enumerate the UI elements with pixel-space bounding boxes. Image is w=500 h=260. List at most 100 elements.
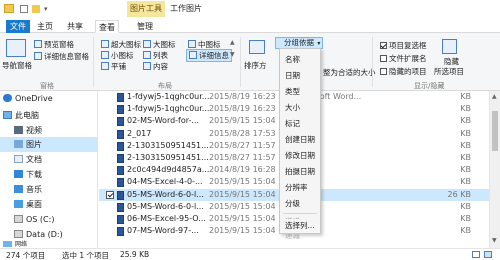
- new-folder-icon[interactable]: [32, 5, 40, 13]
- group-by-date-taken[interactable]: 拍摄日期: [280, 163, 320, 180]
- size-columns-to-fit-button[interactable]: 整为合适的大小: [323, 67, 376, 78]
- ribbon-view: 导航窗格 预览窗格 详细信息窗格 窗格 超大图标 大图标 中图标 小图标 列表 …: [0, 33, 500, 91]
- details-view-toggle-icon[interactable]: [472, 251, 480, 258]
- quick-access-dropdown-icon[interactable]: ▾: [44, 5, 48, 13]
- nav-item-videos[interactable]: 视频: [0, 123, 98, 138]
- scrollbar-thumb[interactable]: [492, 111, 498, 151]
- group-by-dimensions[interactable]: 分辨率: [280, 179, 320, 196]
- ribbon-separator: [240, 37, 241, 87]
- group-by-tags[interactable]: 标记: [280, 115, 320, 132]
- small-icons-icon: [101, 51, 109, 59]
- status-bar: 274 个项目 选中 1 个项目 25.9 KB: [0, 248, 500, 260]
- tab-home[interactable]: 主页: [37, 20, 53, 33]
- downloads-folder-icon: [14, 170, 23, 178]
- word-file-icon: [117, 227, 124, 237]
- picture-tools-context-tab: 图片工具: [127, 1, 165, 17]
- navigation-pane-icon[interactable]: [6, 39, 26, 57]
- network-icon: [3, 241, 12, 247]
- word-file-icon: [117, 190, 124, 200]
- nav-item-music[interactable]: 音乐: [0, 182, 98, 197]
- tab-share[interactable]: 共享: [67, 20, 83, 33]
- group-by-name[interactable]: 名称: [280, 51, 320, 68]
- scroll-up-icon[interactable]: ▲: [492, 93, 497, 100]
- file-extensions-option[interactable]: 文件扩展名: [380, 53, 427, 64]
- tiles-icon: [101, 62, 109, 70]
- cloud-icon: [3, 94, 12, 102]
- list-option[interactable]: 列表: [143, 50, 168, 61]
- tab-file[interactable]: 文件: [6, 20, 30, 33]
- desktop-folder-icon: [14, 200, 23, 208]
- nav-item-os-c[interactable]: OS (C:): [0, 212, 98, 227]
- scroll-down-icon[interactable]: ▼: [492, 237, 497, 244]
- layout-scroll-down-icon[interactable]: ▼: [230, 51, 235, 58]
- details-pane-button[interactable]: 详细信息窗格: [34, 51, 89, 62]
- nav-item-this-pc[interactable]: 此电脑: [0, 108, 98, 123]
- nav-item-downloads[interactable]: 下载: [0, 167, 98, 182]
- tab-manage[interactable]: 管理: [137, 20, 153, 33]
- group-by-rating[interactable]: 分级: [280, 195, 320, 212]
- properties-icon[interactable]: [20, 5, 28, 13]
- word-file-icon: [117, 215, 124, 224]
- large-icons-option[interactable]: 大图标: [143, 39, 176, 50]
- choose-columns-item[interactable]: 选择列...: [279, 219, 321, 234]
- pictures-folder-icon: [14, 140, 23, 148]
- video-folder-icon: [14, 126, 23, 134]
- group-by-type[interactable]: 类型: [280, 83, 320, 100]
- nav-item-pictures[interactable]: 图片: [0, 137, 98, 152]
- navigation-pane-button[interactable]: 导航窗格: [2, 60, 32, 71]
- preview-pane-icon: [34, 40, 42, 48]
- item-count: 274 个项目: [6, 251, 46, 260]
- item-check-boxes-option[interactable]: 项目复选框: [380, 40, 427, 51]
- preview-pane-button[interactable]: 预览窗格: [34, 39, 74, 50]
- show-hide-group-label: 显示/隐藏: [414, 82, 445, 90]
- nav-item-desktop[interactable]: 桌面: [0, 197, 98, 212]
- panes-group-label: 窗格: [40, 82, 54, 90]
- list-icon: [143, 51, 151, 59]
- group-by-date-created[interactable]: 创建日期: [280, 131, 320, 148]
- extra-large-icons-option[interactable]: 超大图标: [101, 39, 141, 50]
- title-bar: ▾ 图片工具 工作图片: [0, 0, 500, 18]
- vertical-scrollbar[interactable]: ▲ ▼: [489, 91, 500, 248]
- nav-item-onedrive[interactable]: OneDrive: [0, 91, 98, 106]
- word-file-icon: [117, 166, 124, 176]
- word-file-icon: [117, 202, 124, 212]
- details-view-icon: [189, 51, 197, 59]
- large-icons-view-toggle-icon[interactable]: [484, 251, 492, 258]
- group-by-size[interactable]: 大小: [280, 99, 320, 116]
- nav-item-documents[interactable]: 文档: [0, 152, 98, 167]
- tiles-option[interactable]: 平铺: [101, 61, 126, 72]
- folder-icon: [4, 4, 14, 13]
- group-by-date[interactable]: 日期: [280, 67, 320, 84]
- content-icon: [143, 62, 151, 70]
- ribbon-tabs: 文件 主页 共享 查看 管理: [0, 18, 500, 33]
- checkbox-checked-icon: [380, 42, 387, 49]
- checkbox-icon: [380, 55, 387, 62]
- word-file-icon: [117, 141, 124, 151]
- details-option[interactable]: 详细信息: [186, 49, 232, 62]
- details-pane-icon: [34, 52, 42, 60]
- sort-by-button[interactable]: 排序方: [244, 60, 267, 71]
- computer-icon: [3, 111, 12, 119]
- word-file-icon: [117, 93, 124, 102]
- sort-by-icon[interactable]: [249, 40, 265, 54]
- small-icons-option[interactable]: 小图标: [101, 50, 134, 61]
- music-folder-icon: [14, 185, 23, 193]
- drive-icon: [14, 230, 23, 238]
- group-by-date-modified[interactable]: 修改日期: [280, 147, 320, 164]
- hidden-items-option[interactable]: 隐藏的项目: [380, 66, 427, 77]
- navigation-pane: OneDrive 此电脑 视频 图片 文档 下载 音乐 桌面 OS (C:) D…: [0, 91, 98, 248]
- row-checkbox-checked-icon[interactable]: [106, 190, 114, 199]
- layout-scroll-up-icon[interactable]: ▲: [230, 39, 235, 46]
- content-option[interactable]: 内容: [143, 61, 168, 72]
- extra-large-icons-icon: [101, 40, 109, 48]
- ribbon-separator: [372, 37, 373, 87]
- hide-selected-icon[interactable]: [442, 39, 457, 54]
- group-by-menu: 名称 日期 类型 大小 标记 创建日期 修改日期 拍摄日期 分辨率 分级 递增 …: [279, 48, 321, 240]
- drive-icon: [14, 215, 23, 223]
- word-file-icon: [117, 129, 124, 139]
- layout-group-label: 布局: [158, 82, 172, 90]
- tab-view[interactable]: 查看: [95, 20, 119, 33]
- menu-separator: [283, 213, 317, 214]
- ribbon-separator: [93, 37, 94, 87]
- hide-selected-button-line2[interactable]: 所选项目: [434, 66, 464, 77]
